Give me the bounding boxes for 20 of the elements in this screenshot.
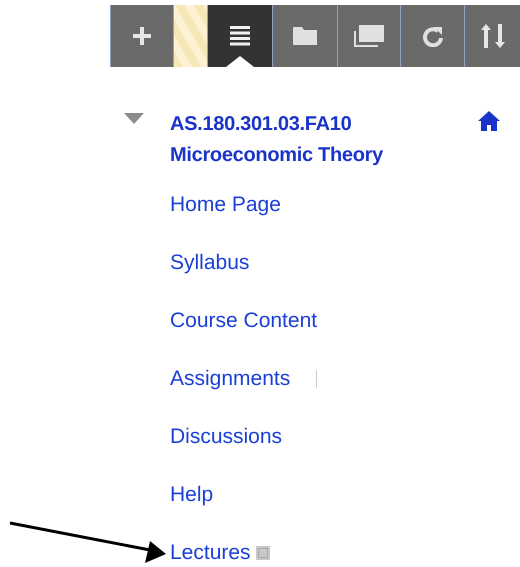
drag-handle[interactable] <box>173 5 207 67</box>
plus-icon <box>133 27 151 45</box>
menu-link[interactable]: Lectures <box>170 537 251 567</box>
menu-link[interactable]: Discussions <box>170 421 282 453</box>
course-title[interactable]: Microeconomic Theory <box>170 140 383 171</box>
collapse-icon[interactable] <box>124 113 144 124</box>
menu-link[interactable]: Assignments <box>170 363 290 395</box>
menu-link[interactable]: Syllabus <box>170 247 250 279</box>
course-code[interactable]: AS.180.301.03.FA10 <box>170 109 383 140</box>
folder-icon <box>293 27 317 45</box>
home-icon[interactable] <box>478 111 500 131</box>
menu-link[interactable]: Home Page <box>170 189 281 221</box>
windows-icon <box>354 25 384 47</box>
menu-link[interactable]: Help <box>170 479 214 511</box>
menu-icon <box>230 26 250 46</box>
sort-icon <box>480 24 504 48</box>
toolbar-button[interactable] <box>207 5 272 67</box>
refresh-icon <box>422 25 442 47</box>
menu-link[interactable]: Course Content <box>170 305 318 337</box>
dotted-square-icon <box>256 546 270 560</box>
